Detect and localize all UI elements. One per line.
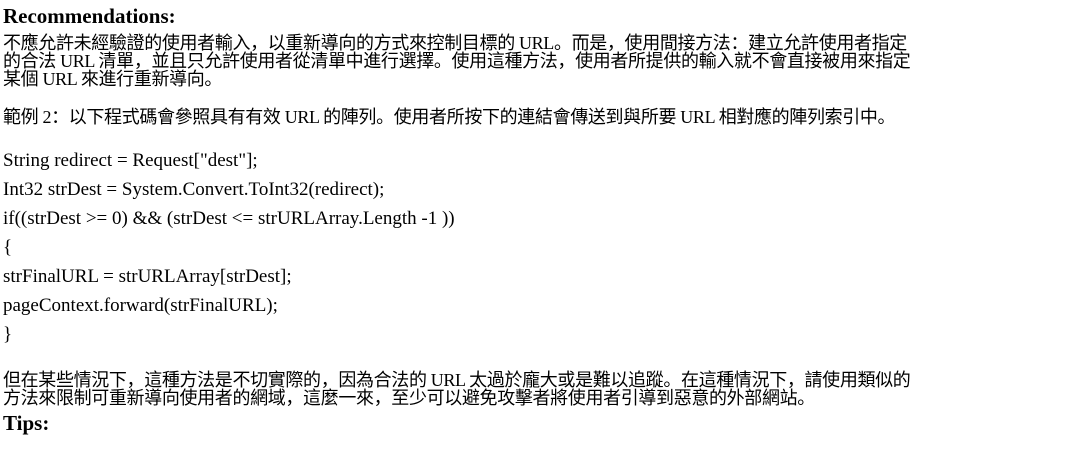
code-line: String redirect = Request["dest"]; xyxy=(3,150,258,171)
paragraph-line: 某個 URL 來進行重新導向。 xyxy=(3,69,223,89)
paragraph-line: 但在某些情況下，這種方法是不切實際的，因為合法的 URL 太過於龐大或是難以追蹤… xyxy=(3,370,911,390)
code-line: } xyxy=(3,324,13,345)
tips-heading: Tips: xyxy=(3,411,50,435)
code-block: String redirect = Request["dest"]; Int32… xyxy=(3,146,1079,349)
paragraph-line: 方法來限制可重新導向使用者的網域，這麼一來，至少可以避免攻擊者將使用者引導到惡意… xyxy=(3,388,815,408)
recommendation-paragraph: 不應允許未經驗證的使用者輸入，以重新導向的方式來控制目標的 URL。而是，使用間… xyxy=(3,34,1079,88)
code-line: strFinalURL = strURLArray[strDest]; xyxy=(3,266,292,287)
paragraph-line: 不應允許未經驗證的使用者輸入，以重新導向的方式來控制目標的 URL。而是，使用間… xyxy=(3,33,907,53)
closing-paragraph: 但在某些情況下，這種方法是不切實際的，因為合法的 URL 太過於龐大或是難以追蹤… xyxy=(3,371,1079,407)
code-line: Int32 strDest = System.Convert.ToInt32(r… xyxy=(3,179,385,200)
code-line: pageContext.forward(strFinalURL); xyxy=(3,295,278,316)
paragraph-line: 的合法 URL 清單，並且只允許使用者從清單中進行選擇。使用這種方法，使用者所提… xyxy=(3,51,911,71)
example-paragraph: 範例 2：以下程式碼會參照具有有效 URL 的陣列。使用者所按下的連結會傳送到與… xyxy=(3,107,896,127)
code-line: if((strDest >= 0) && (strDest <= strURLA… xyxy=(3,208,455,229)
recommendations-heading: Recommendations: xyxy=(3,4,176,28)
document-page: Recommendations: 不應允許未經驗證的使用者輸入，以重新導向的方式… xyxy=(0,0,1083,437)
code-line: { xyxy=(3,237,13,258)
